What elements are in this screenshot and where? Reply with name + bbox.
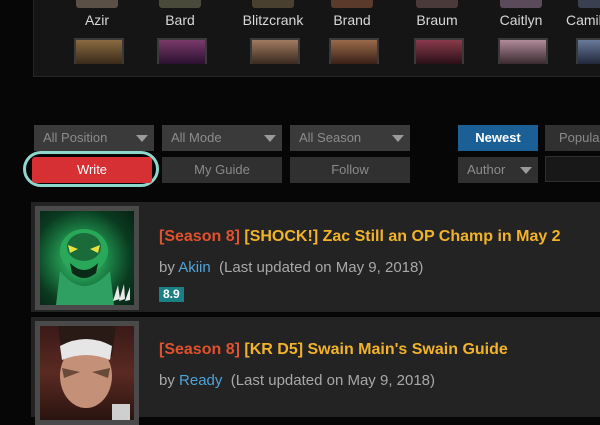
write-button[interactable]: Write — [32, 157, 152, 183]
season-tag: [Season 8] — [159, 228, 240, 245]
last-updated: (Last updated on May 9, 2018) — [230, 372, 436, 389]
guide-meta: by Akiin (Last updated on May 9, 2018) — [159, 259, 423, 276]
champion-name: Caitlyn — [499, 12, 543, 28]
champion-portrait — [331, 0, 373, 8]
follow-button[interactable]: Follow — [290, 157, 410, 183]
author-link[interactable]: Akiin — [178, 259, 211, 276]
position-select[interactable]: All Position — [34, 125, 154, 151]
rating-badge: 8.9 — [159, 287, 184, 302]
guide-row[interactable]: [Season 8] [SHOCK!] Zac Still an OP Cham… — [31, 202, 600, 312]
tab-popular[interactable]: Popula — [545, 125, 600, 151]
guide-thumbnail[interactable] — [35, 206, 139, 310]
author-select-label: Author — [467, 162, 506, 177]
mode-select[interactable]: All Mode — [162, 125, 282, 151]
tab-newest[interactable]: Newest — [458, 125, 538, 151]
champion-name: Camill — [566, 12, 600, 28]
chevron-down-icon — [392, 135, 404, 142]
guide-title-text: [SHOCK!] Zac Still an OP Champ in May 2 — [244, 228, 561, 245]
zac-portrait-icon — [40, 211, 134, 305]
champion-portrait — [500, 0, 542, 8]
last-updated: (Last updated on May 9, 2018) — [219, 259, 424, 276]
position-select-label: All Position — [43, 130, 108, 145]
swain-portrait-icon — [40, 326, 134, 420]
champion-portrait — [76, 0, 118, 8]
champion-portrait — [329, 38, 379, 64]
season-tag: [Season 8] — [159, 341, 240, 358]
season-select[interactable]: All Season — [290, 125, 410, 151]
champion-grid: Azir Bard Blitzcrank Brand Braum Caitlyn… — [33, 0, 600, 77]
champion-portrait — [416, 0, 458, 8]
search-box[interactable] — [545, 156, 600, 182]
chevron-down-icon — [136, 135, 148, 142]
my-guide-button[interactable]: My Guide — [162, 157, 282, 183]
champion-portrait — [250, 38, 300, 64]
champion-portrait — [157, 38, 207, 64]
by-label: by — [159, 372, 175, 389]
by-label: by — [159, 259, 175, 276]
season-select-label: All Season — [299, 130, 362, 145]
guide-row[interactable]: [Season 8] [KR D5] Swain Main's Swain Gu… — [31, 317, 600, 425]
guide-meta: by Ready (Last updated on May 9, 2018) — [159, 372, 435, 389]
guide-title[interactable]: [Season 8] [SHOCK!] Zac Still an OP Cham… — [159, 228, 561, 246]
champion-portrait — [414, 38, 464, 64]
champion-portrait — [578, 0, 600, 8]
author-link[interactable]: Ready — [179, 372, 222, 389]
chevron-down-icon — [264, 135, 276, 142]
champion-portrait — [74, 38, 124, 64]
guide-title[interactable]: [Season 8] [KR D5] Swain Main's Swain Gu… — [159, 341, 508, 359]
champion-portrait — [576, 38, 600, 64]
champion-portrait — [252, 0, 294, 8]
guide-title-text: [KR D5] Swain Main's Swain Guide — [244, 341, 508, 358]
mode-select-label: All Mode — [171, 130, 222, 145]
claw-icon — [113, 284, 130, 301]
chevron-down-icon — [520, 167, 532, 174]
champion-portrait — [498, 38, 548, 64]
author-select[interactable]: Author — [458, 157, 538, 183]
guide-thumbnail[interactable] — [35, 321, 139, 425]
champion-portrait — [159, 0, 201, 8]
